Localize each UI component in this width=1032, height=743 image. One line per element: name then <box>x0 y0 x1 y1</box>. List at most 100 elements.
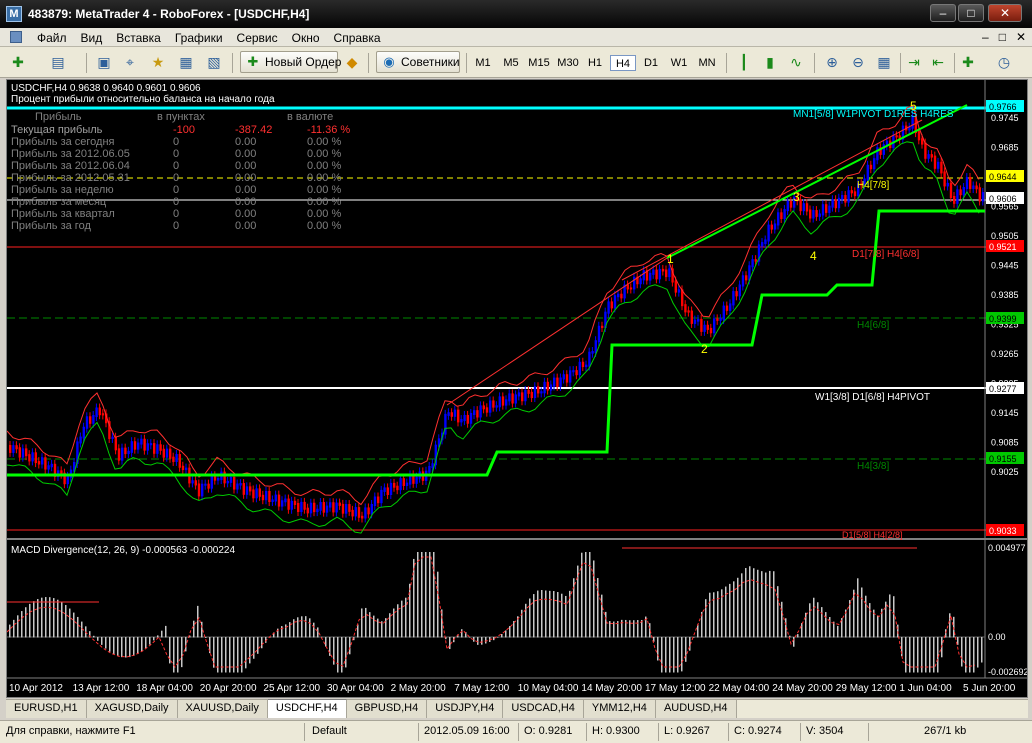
time-axis-label: 17 May 12:00 <box>645 683 706 694</box>
periods-icon[interactable]: ◷ <box>994 53 1014 71</box>
candle-body <box>28 454 31 462</box>
child-close-button[interactable]: ✕ <box>1016 30 1026 44</box>
macd-bar <box>305 616 307 638</box>
time-axis-label: 29 May 12:00 <box>836 683 897 694</box>
candle-body <box>533 386 537 399</box>
menu-window[interactable]: Окно <box>285 30 327 46</box>
tf-m30[interactable]: M30 <box>555 55 581 71</box>
macd-bar <box>837 625 839 638</box>
table-row-percent: -11.36 % <box>307 124 350 136</box>
tf-h4[interactable]: H4 <box>610 55 636 71</box>
price-tag-label: 0.9766 <box>989 102 1017 112</box>
minimize-button[interactable]: – <box>930 4 956 22</box>
candle-body <box>767 224 770 242</box>
candle-body <box>783 209 786 219</box>
chart-tab-usdchf-h4[interactable]: USDCHF,H4 <box>267 699 347 718</box>
macd-bar <box>129 637 131 658</box>
price-tag-label: 0.9644 <box>989 172 1017 182</box>
candle-body <box>268 491 271 503</box>
candle-body <box>799 199 802 212</box>
tf-h1[interactable]: H1 <box>582 55 608 71</box>
macd-bar <box>429 552 431 638</box>
table-row-points: 0 <box>173 148 179 160</box>
market-watch-icon[interactable]: ▣ <box>94 53 114 71</box>
maximize-button[interactable]: □ <box>958 4 984 22</box>
child-minimize-button[interactable]: – <box>982 30 989 44</box>
line-chart-icon[interactable]: ∿ <box>786 53 806 71</box>
macd-bar <box>629 620 631 638</box>
data-window-icon[interactable]: ⌖ <box>120 53 140 71</box>
chart-tab-eurusd-h1[interactable]: EURUSD,H1 <box>6 700 87 718</box>
candle-body <box>453 409 457 417</box>
menu-charts[interactable]: Графики <box>168 30 230 46</box>
close-button[interactable]: ✕ <box>988 4 1022 22</box>
menu-insert[interactable]: Вставка <box>109 30 168 46</box>
candle-body <box>341 503 345 514</box>
alert-icon[interactable]: ◆ <box>342 53 362 71</box>
chart-tab-audusd-h4[interactable]: AUDUSD,H4 <box>655 700 737 718</box>
strategy-tester-icon[interactable]: ▧ <box>204 53 224 71</box>
tile-windows-icon[interactable]: ▦ <box>874 53 894 71</box>
indicators-icon[interactable]: ✚ <box>958 53 978 71</box>
profiles-icon[interactable]: ▤ <box>48 53 68 71</box>
terminal-icon[interactable]: ▦ <box>176 53 196 71</box>
new-order-icon: ✚ <box>247 54 259 69</box>
chart-shift-icon[interactable]: ⇤ <box>928 53 948 71</box>
zoom-out-icon[interactable]: ⊖ <box>848 53 868 71</box>
zoom-in-icon[interactable]: ⊕ <box>822 53 842 71</box>
macd-bar <box>641 619 643 638</box>
tf-d1[interactable]: D1 <box>638 55 664 71</box>
menu-help[interactable]: Справка <box>327 30 388 46</box>
macd-bar <box>309 618 311 638</box>
candle-body <box>687 310 690 313</box>
macd-bar <box>345 637 347 668</box>
menu-view[interactable]: Вид <box>74 30 110 46</box>
tf-m15[interactable]: M15 <box>526 55 552 71</box>
candle-body <box>252 489 255 499</box>
macd-bar <box>193 620 195 638</box>
bar-chart-icon[interactable]: ┃ <box>734 53 754 71</box>
chart-tab-gbpusd-h4[interactable]: GBPUSD,H4 <box>346 700 428 718</box>
chart-window[interactable]: USDCHF,H4 0.9638 0.9640 0.9601 0.9606 Пр… <box>6 79 1028 698</box>
macd-bar <box>109 637 111 652</box>
tf-w1[interactable]: W1 <box>666 55 692 71</box>
candle-body <box>204 483 207 486</box>
navigator-icon[interactable]: ★ <box>148 53 168 71</box>
chart-tab-usdjpy-h4[interactable]: USDJPY,H4 <box>427 700 504 718</box>
chart-tab-ymm12-h4[interactable]: YMM12,H4 <box>583 700 656 718</box>
macd-bar <box>565 595 567 638</box>
candlestick-icon[interactable]: ▮ <box>760 53 780 71</box>
new-order-button[interactable]: ✚ Новый Ордер <box>240 51 341 73</box>
expert-advisors-button[interactable]: ◉ Советники <box>376 51 460 73</box>
autoscroll-icon[interactable]: ⇥ <box>904 53 924 71</box>
chart-tab-usdcad-h4[interactable]: USDCAD,H4 <box>503 700 584 718</box>
macd-bar <box>545 590 547 638</box>
menu-file[interactable]: Файл <box>30 30 74 46</box>
candle-body <box>325 505 329 513</box>
new-chart-icon[interactable]: ✚ <box>8 53 28 71</box>
macd-bar <box>601 594 603 638</box>
menu-tools[interactable]: Сервис <box>230 30 285 46</box>
chart-window-icon[interactable] <box>10 31 22 43</box>
chart-tab-xauusd-daily[interactable]: XAUUSD,Daily <box>177 700 268 718</box>
candle-body <box>361 515 364 519</box>
macd-bar <box>137 637 139 655</box>
macd-bar <box>661 637 663 673</box>
status-bar: Для справки, нажмите F1 Default 2012.05.… <box>0 720 1032 743</box>
candle-body <box>725 305 729 311</box>
candle-body <box>873 158 876 170</box>
tf-m1[interactable]: M1 <box>470 55 496 71</box>
child-restore-button[interactable]: □ <box>999 30 1006 44</box>
tf-mn[interactable]: MN <box>694 55 720 71</box>
macd-bar <box>709 592 711 638</box>
candle-body <box>601 325 604 328</box>
status-datetime: 2012.05.09 16:00 <box>424 725 510 737</box>
tf-m5[interactable]: M5 <box>498 55 524 71</box>
time-axis-label: 24 May 20:00 <box>772 683 833 694</box>
price-chart[interactable]: USDCHF,H4 0.9638 0.9640 0.9601 0.9606 Пр… <box>7 80 1027 697</box>
candle-body <box>732 291 735 306</box>
price-scale-label: 0.9745 <box>991 113 1019 123</box>
chart-tab-xagusd-daily[interactable]: XAGUSD,Daily <box>86 700 178 718</box>
candle-body <box>18 447 21 458</box>
candle-body <box>639 278 642 285</box>
